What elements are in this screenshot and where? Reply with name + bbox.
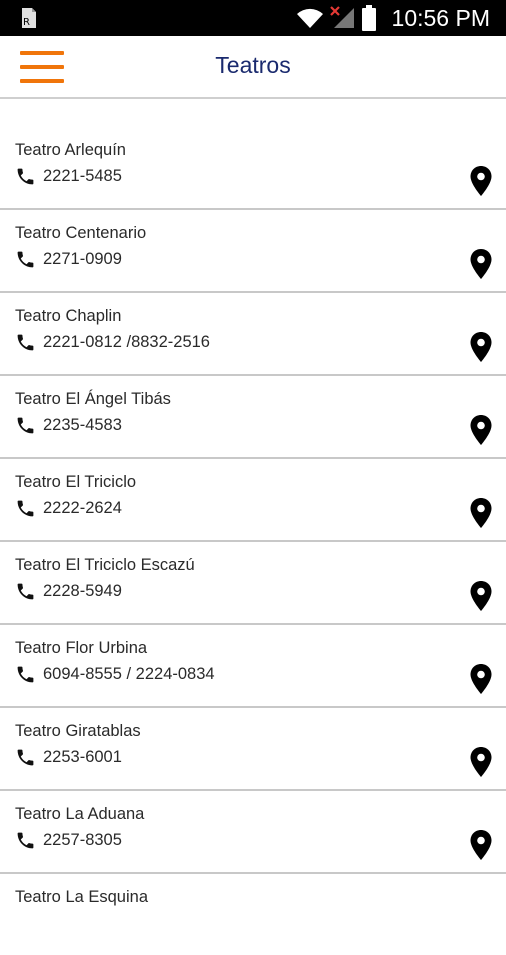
phone-number[interactable]: 2257-8305 [43,831,122,850]
status-bar: R 10:56 PM [0,0,506,36]
map-pin-icon[interactable] [470,166,492,196]
phone-number[interactable]: 6094-8555 / 2224-0834 [43,665,215,684]
theater-name: Teatro Chaplin [15,307,122,325]
phone-row: 2253-6001 [15,746,122,768]
map-pin-icon[interactable] [470,664,492,694]
map-pin-icon[interactable] [470,415,492,445]
theater-name: Teatro La Aduana [15,805,145,823]
phone-number[interactable]: 2235-4583 [43,416,122,435]
wifi-icon [297,8,323,28]
list-item[interactable]: Teatro Giratablas 2253-6001 [0,708,506,791]
phone-row: 2271-0909 [15,248,122,270]
app-bar: Teatros [0,36,506,99]
theater-name: Teatro El Ángel Tibás [15,390,171,408]
theater-name: Teatro Centenario [15,224,147,242]
list-item[interactable]: Teatro El Ángel Tibás 2235-4583 [0,376,506,459]
phone-number[interactable]: 2228-5949 [43,582,122,601]
theater-list: Teatro Arlequín 2221-5485 Teatro Centena… [0,127,506,955]
phone-number[interactable]: 2221-5485 [43,167,122,186]
theater-name: Teatro Giratablas [15,722,141,740]
map-pin-icon[interactable] [470,747,492,777]
status-time: 10:56 PM [391,5,490,31]
list-item[interactable]: Teatro Chaplin 2221-0812 /8832-2516 [0,293,506,376]
list-item[interactable]: Teatro El Triciclo Escazú 2228-5949 [0,542,506,625]
phone-icon [17,832,34,848]
phone-row: 2222-2624 [15,497,122,519]
theater-name: Teatro El Triciclo Escazú [15,556,195,574]
notification-app-icon: R [22,8,36,28]
theater-name: Teatro La Esquina [15,888,149,906]
phone-icon [17,500,34,516]
battery-icon [362,5,376,31]
phone-icon [17,666,34,682]
phone-row: 2221-5485 [15,165,122,187]
phone-icon [17,251,34,267]
list-item[interactable]: Teatro La Aduana 2257-8305 [0,791,506,874]
list-item[interactable]: Teatro Arlequín 2221-5485 [0,127,506,210]
svg-text:R: R [23,17,30,28]
list-item[interactable]: Teatro Flor Urbina 6094-8555 / 2224-0834 [0,625,506,708]
theater-name: Teatro El Triciclo [15,473,137,491]
map-pin-icon[interactable] [470,498,492,528]
phone-row: 2221-0812 /8832-2516 [15,331,210,353]
theater-name: Teatro Arlequín [15,141,126,159]
phone-row: 2235-4583 [15,414,122,436]
phone-number[interactable]: 2271-0909 [43,250,122,269]
map-pin-icon[interactable] [470,249,492,279]
theater-name: Teatro Flor Urbina [15,639,148,657]
map-pin-icon[interactable] [470,830,492,860]
phone-icon [17,749,34,765]
list-item[interactable]: Teatro Centenario 2271-0909 [0,210,506,293]
phone-icon [17,583,34,599]
phone-icon [17,168,34,184]
phone-number[interactable]: 2222-2624 [43,499,122,518]
phone-row: 2257-8305 [15,829,122,851]
phone-icon [17,334,34,350]
phone-number[interactable]: 2253-6001 [43,748,122,767]
page-title: Teatros [215,52,291,78]
map-pin-icon[interactable] [470,332,492,362]
list-item[interactable]: Teatro El Triciclo 2222-2624 [0,459,506,542]
phone-icon [17,417,34,433]
signal-icon [330,6,354,28]
phone-number[interactable]: 2221-0812 /8832-2516 [43,333,210,352]
map-pin-icon[interactable] [470,581,492,611]
phone-row: 6094-8555 / 2224-0834 [15,663,215,685]
list-item[interactable]: Teatro La Esquina [0,874,506,955]
phone-row: 2228-5949 [15,580,122,602]
